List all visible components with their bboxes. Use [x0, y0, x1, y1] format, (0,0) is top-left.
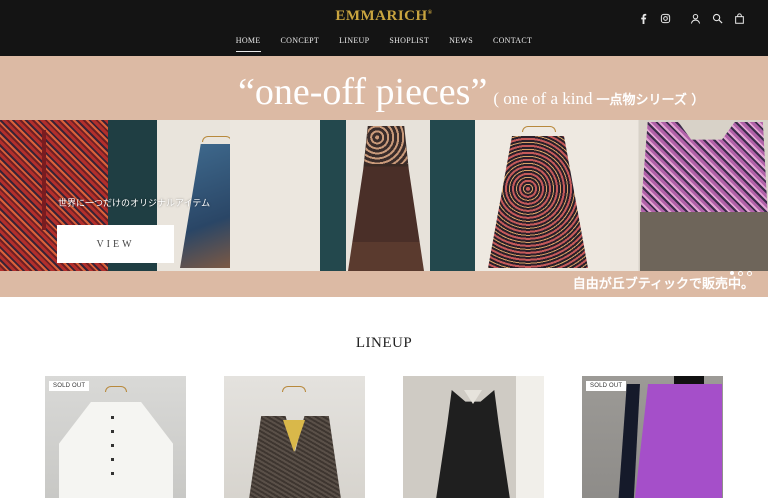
hero-banner: “one-off pieces” ( one of a kind 一点物シリーズ…	[0, 56, 768, 297]
brand-mark: ®	[427, 10, 433, 16]
slider-dot-1[interactable]	[730, 271, 734, 275]
hero-title: “one-off pieces” ( one of a kind 一点物シリーズ…	[238, 70, 704, 114]
nav-lineup[interactable]: LINEUP	[339, 36, 369, 51]
instagram-icon[interactable]	[658, 11, 672, 25]
product-card-white-blouse[interactable]: SOLD OUT	[45, 376, 186, 498]
nav-contact[interactable]: CONTACT	[493, 36, 532, 51]
slider-dot-2[interactable]	[738, 271, 743, 276]
sold-out-badge: SOLD OUT	[586, 381, 627, 391]
hero-title-jp: 一点物シリーズ ）	[596, 93, 705, 108]
hero-photo-floral-skirt	[430, 120, 610, 271]
hero-caption: 世界に一つだけのオリジナルアイテム	[58, 199, 211, 209]
slider-dots	[730, 271, 752, 276]
lineup-heading: LINEUP	[355, 335, 413, 351]
nav-home[interactable]: HOME	[235, 36, 261, 52]
sold-out-badge: SOLD OUT	[49, 381, 90, 391]
view-button[interactable]: VIEW	[57, 225, 174, 263]
hero-title-main: “one-off pieces”	[238, 71, 488, 113]
nav-news[interactable]: NEWS	[449, 36, 473, 51]
hero-footer-text: 自由が丘ブティックで販売中。	[572, 277, 754, 292]
hero-photo-brown-dress	[230, 120, 430, 271]
product-card-purple-skirt[interactable]: SOLD OUT	[582, 376, 723, 498]
facebook-icon[interactable]	[636, 11, 650, 25]
header-icons	[628, 11, 746, 25]
cart-icon[interactable]	[732, 11, 746, 25]
slider-dot-3[interactable]	[747, 271, 752, 276]
brand-name: EMMARICH	[335, 8, 428, 24]
hero-title-sub: ( one of a kind	[493, 89, 593, 108]
nav-shoplist[interactable]: SHOPLIST	[389, 36, 429, 51]
search-icon[interactable]	[710, 11, 724, 25]
account-icon[interactable]	[688, 11, 702, 25]
product-card-black-dress[interactable]	[403, 376, 544, 498]
product-card-tweed-vest[interactable]	[224, 376, 365, 498]
nav-concept[interactable]: CONCEPT	[281, 36, 320, 51]
site-header: EMMARICH® HOME CONCEPT LINEUP SHOPLIST N…	[0, 0, 768, 56]
hero-photo-tweed-vest	[610, 120, 768, 271]
main-nav: HOME CONCEPT LINEUP SHOPLIST NEWS CONTAC…	[0, 36, 768, 52]
